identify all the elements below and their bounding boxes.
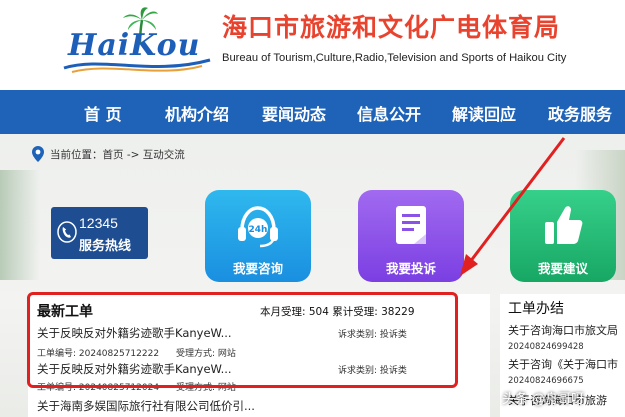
main-nav: 首 页 机构介绍 要闻动态 信息公开 解读回应 政务服务 [0,90,625,134]
site-subtitle: Bureau of Tourism,Culture,Radio,Televisi… [222,52,567,64]
breadcrumb: 当前位置：首页 -> 互动交流 [32,146,185,162]
order-method: 受理方式: 网站 [176,349,236,359]
order-title[interactable]: 关于反映反对外籍劣迹歌手KanyeW... [37,361,232,377]
completed-order-title[interactable]: 关于咨询海口市旅文局 [508,322,625,338]
consult-button[interactable]: 24h 我要咨询 [205,190,311,282]
order-category: 诉求类别: 投诉类 [338,330,407,340]
latest-orders-title: 最新工单 [37,304,93,320]
completed-order-number: 20240824696675 [508,376,584,386]
complain-label: 我要投诉 [385,261,436,276]
order-stats: 本月受理: 504 累计受理: 38229 [260,306,415,318]
wave-icon [63,58,211,73]
nav-item-interpretation[interactable]: 解读回应 [452,101,516,125]
watermark: 头条 @舟哥呀 [502,392,585,407]
nav-item-news[interactable]: 要闻动态 [262,101,326,125]
order-number: 工单编号: 20240825712024 [37,383,160,393]
headset-24h-icon: 24h [238,206,278,248]
background-decoration [0,170,40,280]
hotline-card[interactable]: 12345 服务热线 [51,207,148,259]
hotline-number: 12345 [79,215,118,231]
badge-24h: 24h [249,225,268,235]
location-pin-icon [32,146,44,162]
order-method: 受理方式: 网站 [176,383,236,393]
order-title[interactable]: 关于反映反对外籍劣迹歌手KanyeW... [37,325,232,341]
completed-order-number: 20240824699428 [508,342,584,352]
haikou-logo[interactable]: HaiKou [62,6,212,78]
site-header: HaiKou 海口市旅游和文化广电体育局 Bureau of Tourism,C… [0,0,625,90]
thumbs-up-icon [545,206,583,244]
completed-order-title[interactable]: 关于咨询《关于海口市 [508,356,625,372]
order-category: 诉求类别: 投诉类 [338,366,407,376]
suggest-button[interactable]: 我要建议 [510,190,616,282]
nav-item-disclosure[interactable]: 信息公开 [357,101,421,125]
document-icon [396,206,426,244]
completed-orders-title: 工单办结 [508,301,564,317]
nav-item-services[interactable]: 政务服务 [548,101,612,125]
site-title: 海口市旅游和文化广电体育局 [222,13,561,42]
suggest-label: 我要建议 [537,261,588,276]
nav-item-about[interactable]: 机构介绍 [165,101,229,125]
nav-item-home[interactable]: 首 页 [84,101,122,125]
order-number: 工单编号: 20240825712222 [37,349,160,359]
order-title[interactable]: 关于海南多娱国际旅行社有限公司低价引... [37,398,255,414]
complain-button[interactable]: 我要投诉 [358,190,464,282]
hotline-label: 服务热线 [79,239,132,254]
consult-label: 我要咨询 [232,261,283,276]
breadcrumb-text[interactable]: 当前位置：首页 -> 互动交流 [50,147,185,162]
phone-icon [57,221,77,243]
